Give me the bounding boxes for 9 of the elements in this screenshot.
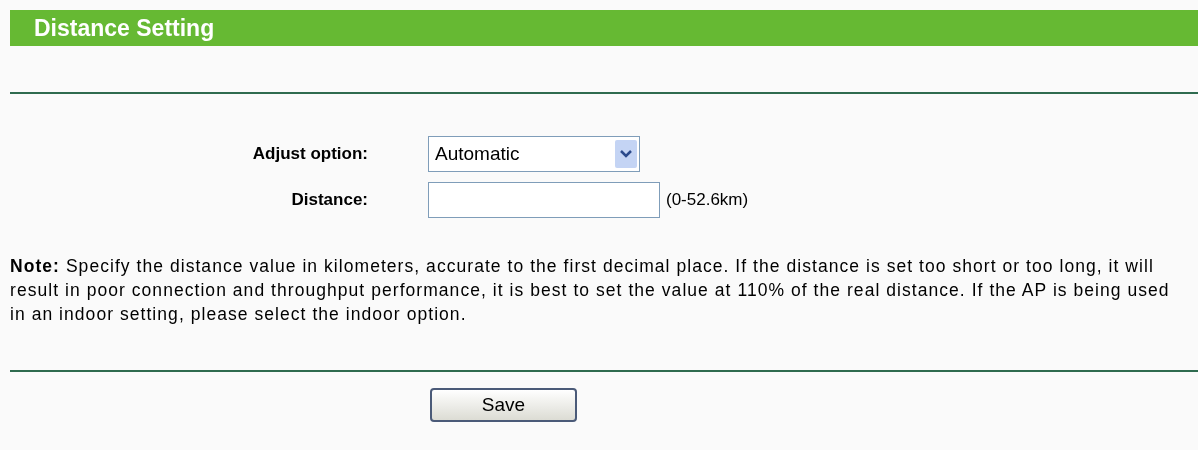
field-label: Adjust option: xyxy=(251,143,368,166)
chevron-down-icon xyxy=(615,140,637,168)
adjust-option-dropdown[interactable]: Automatic xyxy=(428,136,640,172)
range-hint: (0-52.6km) xyxy=(666,189,749,212)
note-text: Note: Specify the distance value in kilometers, accurate to the first decimal place. If the distance is set too short or too long, it will result in poor connection and throughput performance, it is best to set the value at 110% of the real distance. If the AP is being used in an indoor setting, please select the indoor option. xyxy=(9,255,1171,326)
page-title: Distance Setting xyxy=(34,13,215,43)
save-button[interactable]: Save xyxy=(430,388,577,422)
field-label: Distance: xyxy=(290,189,368,212)
distance-field[interactable] xyxy=(428,182,660,218)
